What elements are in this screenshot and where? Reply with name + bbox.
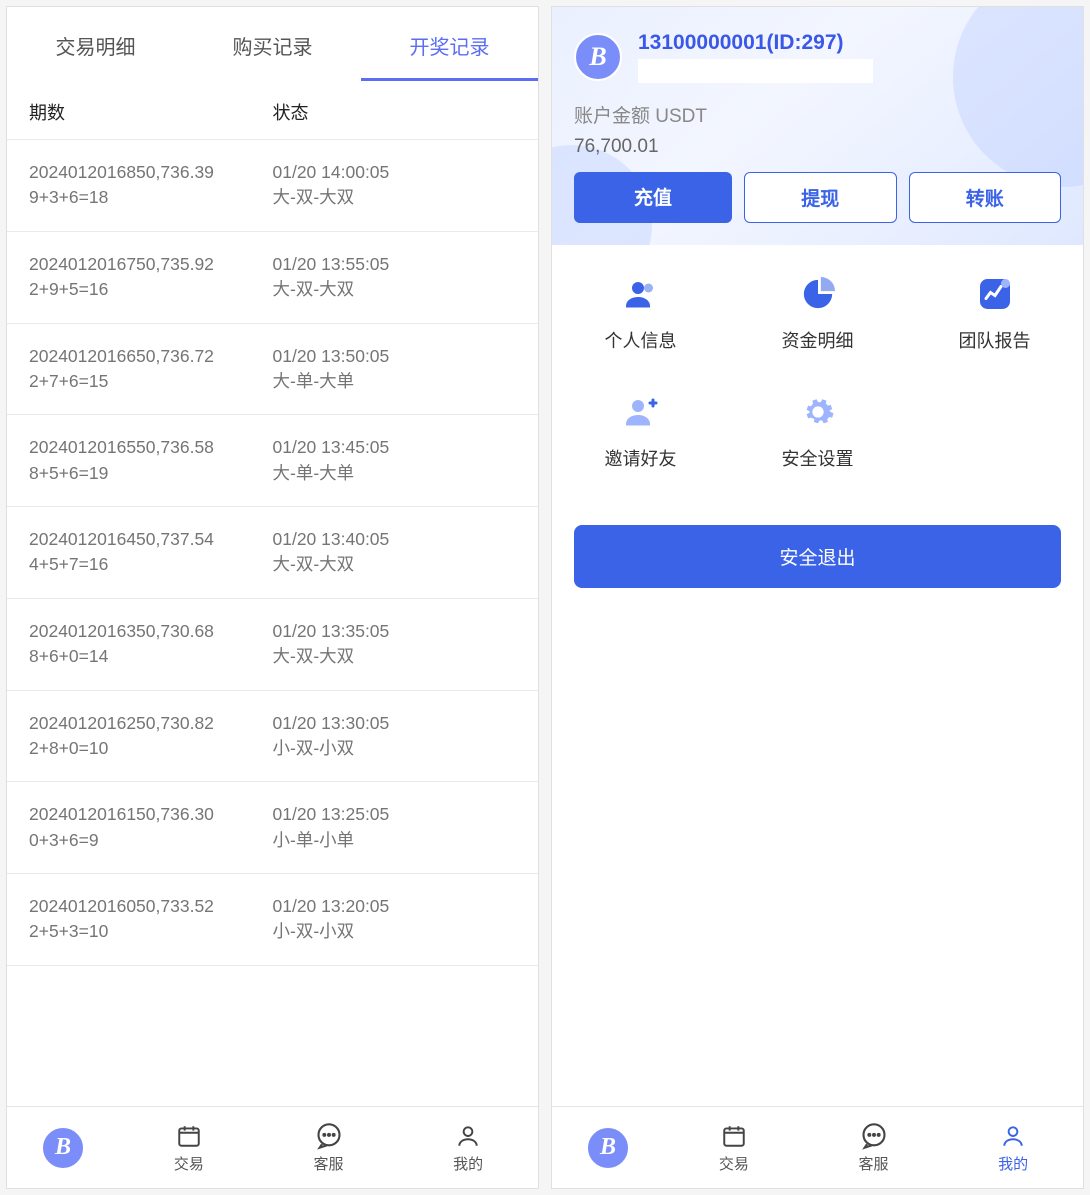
record-header: 期数 状态	[7, 81, 538, 140]
app-logo[interactable]: B	[7, 1126, 119, 1170]
record-period: 2024012016750,735.922+9+5=16	[29, 252, 273, 303]
account-hero: B 13100000001(ID:297) 账户金额 USDT 76,700.0…	[552, 7, 1083, 245]
menu-item-gear[interactable]: 安全设置	[729, 371, 906, 481]
user-sub-box	[638, 59, 873, 83]
chat-icon	[804, 1121, 944, 1151]
record-status: 01/20 14:00:05大-双-大双	[273, 160, 517, 211]
record-row: 2024012016450,737.544+5+7=1601/20 13:40:…	[7, 507, 538, 599]
menu-item-user-group[interactable]: 个人信息	[552, 253, 729, 363]
record-period: 2024012016150,736.300+3+6=9	[29, 802, 273, 853]
menu-label: 个人信息	[552, 327, 729, 353]
record-status: 01/20 13:25:05小-单-小单	[273, 802, 517, 853]
record-period: 2024012016550,736.588+5+6=19	[29, 435, 273, 486]
record-period: 2024012016350,730.688+6+0=14	[29, 619, 273, 670]
menu-label: 邀请好友	[552, 445, 729, 471]
user-name: 13100000001(ID:297)	[638, 31, 873, 55]
person-icon	[943, 1121, 1083, 1151]
menu-item-pie-chart[interactable]: 资金明细	[729, 253, 906, 363]
bitcoin-icon: B	[586, 1126, 630, 1170]
menu-label: 资金明细	[729, 327, 906, 353]
nav-label: 交易	[119, 1153, 259, 1174]
menu-label: 安全设置	[729, 445, 906, 471]
record-row: 2024012016050,733.522+5+3=1001/20 13:20:…	[7, 874, 538, 966]
record-period: 2024012016050,733.522+5+3=10	[29, 894, 273, 945]
record-tabs: 交易明细 购买记录 开奖记录	[7, 7, 538, 81]
header-status: 状态	[273, 99, 517, 125]
record-status: 01/20 13:20:05小-双-小双	[273, 894, 517, 945]
bottom-nav: B 交易 客服 我的	[552, 1106, 1083, 1188]
app-logo[interactable]: B	[552, 1126, 664, 1170]
balance-label: 账户金额 USDT	[574, 101, 1061, 128]
bitcoin-icon: B	[574, 33, 622, 81]
record-row: 2024012016350,730.688+6+0=1401/20 13:35:…	[7, 599, 538, 691]
menu-grid: 个人信息资金明细团队报告邀请好友安全设置	[552, 245, 1083, 489]
record-status: 01/20 13:55:05大-双-大双	[273, 252, 517, 303]
user-group-icon	[622, 275, 660, 313]
menu-item-user-plus[interactable]: 邀请好友	[552, 371, 729, 481]
chat-icon	[259, 1121, 399, 1151]
record-row: 2024012016150,736.300+3+6=901/20 13:25:0…	[7, 782, 538, 874]
tab-transaction-detail[interactable]: 交易明细	[7, 7, 184, 81]
bottom-nav: B 交易 客服 我的	[7, 1106, 538, 1188]
nav-items: 交易 客服 我的	[119, 1121, 538, 1174]
nav-support[interactable]: 客服	[259, 1121, 399, 1174]
withdraw-button[interactable]: 提现	[744, 172, 896, 223]
calendar-icon	[664, 1121, 804, 1151]
record-period: 2024012016850,736.399+3+6=18	[29, 160, 273, 211]
tab-purchase-record[interactable]: 购买记录	[184, 7, 361, 81]
nav-label: 客服	[804, 1153, 944, 1174]
nav-support[interactable]: 客服	[804, 1121, 944, 1174]
record-period: 2024012016650,736.722+7+6=15	[29, 344, 273, 395]
calendar-icon	[119, 1121, 259, 1151]
action-row: 充值 提现 转账	[574, 172, 1061, 223]
record-row: 2024012016750,735.922+9+5=1601/20 13:55:…	[7, 232, 538, 324]
pie-chart-icon	[799, 275, 837, 313]
deposit-button[interactable]: 充值	[574, 172, 732, 223]
record-status: 01/20 13:30:05小-双-小双	[273, 711, 517, 762]
record-row: 2024012016550,736.588+5+6=1901/20 13:45:…	[7, 415, 538, 507]
my-account-screen: B 13100000001(ID:297) 账户金额 USDT 76,700.0…	[551, 6, 1084, 1189]
record-list: 2024012016850,736.399+3+6=1801/20 14:00:…	[7, 140, 538, 1188]
record-row: 2024012016650,736.722+7+6=1501/20 13:50:…	[7, 324, 538, 416]
header-period: 期数	[29, 99, 273, 125]
transfer-button[interactable]: 转账	[909, 172, 1061, 223]
record-status: 01/20 13:40:05大-双-大双	[273, 527, 517, 578]
record-status: 01/20 13:50:05大-单-大单	[273, 344, 517, 395]
user-line: B 13100000001(ID:297)	[574, 31, 1061, 83]
record-status: 01/20 13:45:05大-单-大单	[273, 435, 517, 486]
person-icon	[398, 1121, 538, 1151]
menu-label: 团队报告	[906, 327, 1083, 353]
bitcoin-icon: B	[41, 1126, 85, 1170]
record-period: 2024012016450,737.544+5+7=16	[29, 527, 273, 578]
logout-button[interactable]: 安全退出	[574, 525, 1061, 588]
nav-trade[interactable]: 交易	[664, 1121, 804, 1174]
nav-label: 客服	[259, 1153, 399, 1174]
balance-value: 76,700.01	[574, 136, 1061, 158]
nav-trade[interactable]: 交易	[119, 1121, 259, 1174]
nav-label: 交易	[664, 1153, 804, 1174]
lottery-record-screen: 交易明细 购买记录 开奖记录 期数 状态 2024012016850,736.3…	[6, 6, 539, 1189]
nav-label: 我的	[398, 1153, 538, 1174]
user-plus-icon	[622, 393, 660, 431]
tab-lottery-record[interactable]: 开奖记录	[361, 7, 538, 81]
record-row: 2024012016850,736.399+3+6=1801/20 14:00:…	[7, 140, 538, 232]
line-chart-icon	[976, 275, 1014, 313]
record-row: 2024012016250,730.822+8+0=1001/20 13:30:…	[7, 691, 538, 783]
nav-mine[interactable]: 我的	[398, 1121, 538, 1174]
record-status: 01/20 13:35:05大-双-大双	[273, 619, 517, 670]
record-period: 2024012016250,730.822+8+0=10	[29, 711, 273, 762]
nav-mine[interactable]: 我的	[943, 1121, 1083, 1174]
menu-item-line-chart[interactable]: 团队报告	[906, 253, 1083, 363]
gear-icon	[799, 393, 837, 431]
nav-label: 我的	[943, 1153, 1083, 1174]
nav-items: 交易 客服 我的	[664, 1121, 1083, 1174]
